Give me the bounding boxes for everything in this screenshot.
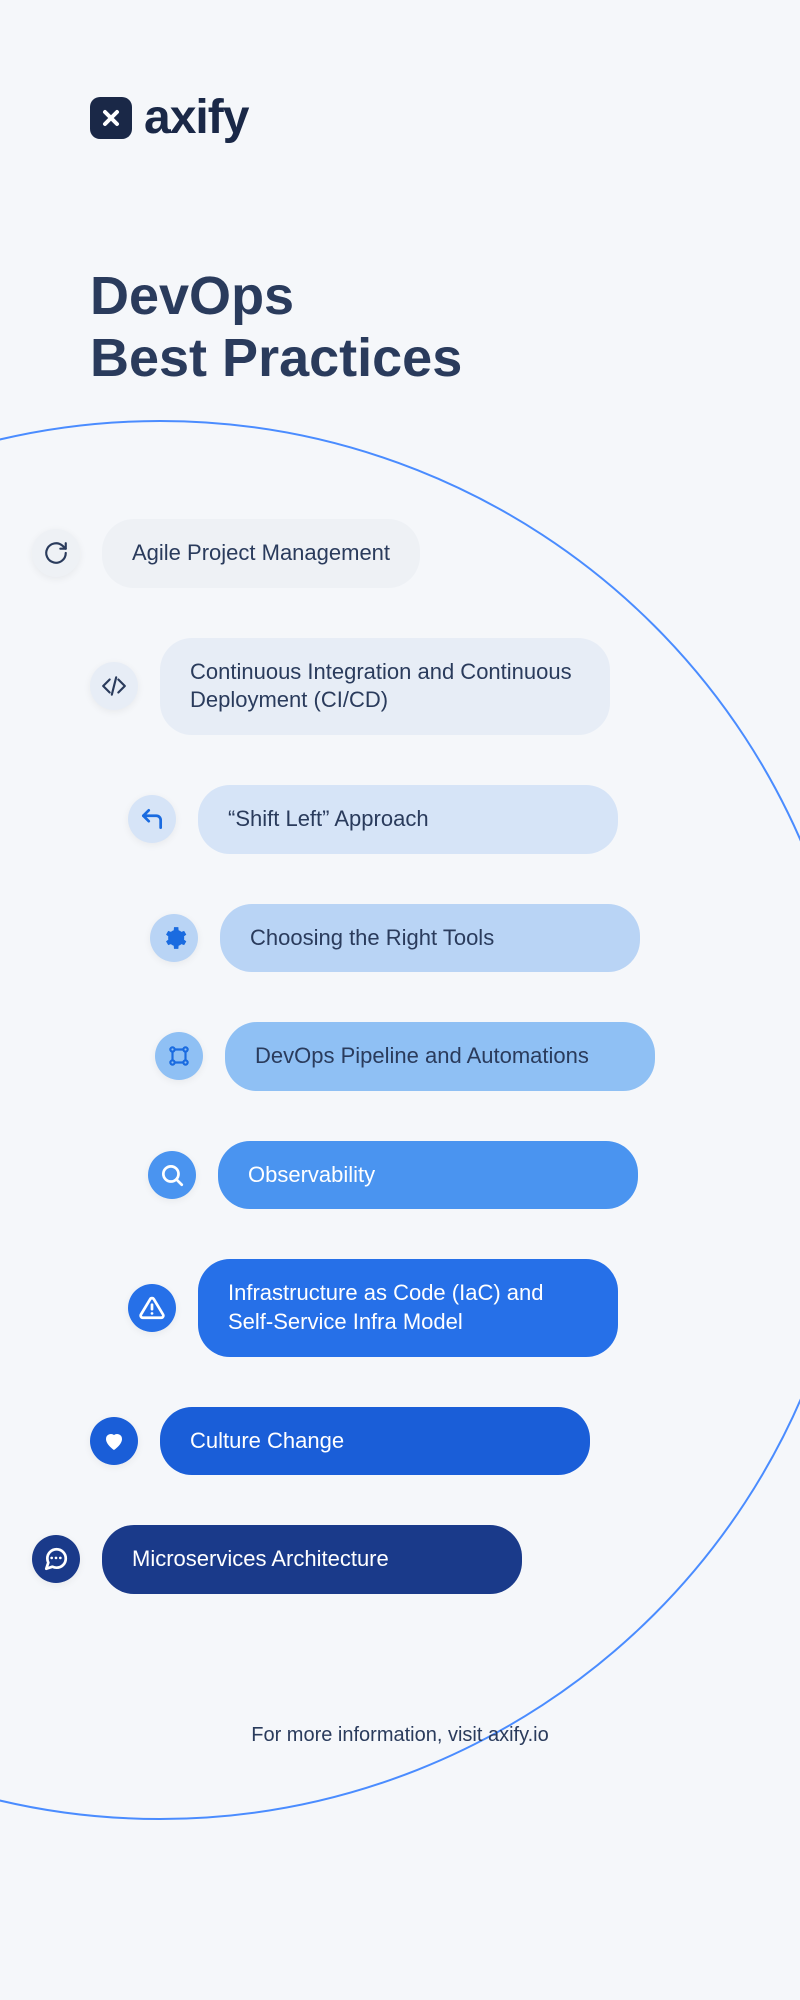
search-icon	[148, 1151, 196, 1199]
chat-icon	[32, 1535, 80, 1583]
list-item: DevOps Pipeline and Automations	[155, 1022, 710, 1091]
alert-icon	[128, 1284, 176, 1332]
list-item: Choosing the Right Tools	[150, 904, 710, 973]
list-item: Agile Project Management	[32, 519, 710, 588]
list-item: “Shift Left” Approach	[128, 785, 710, 854]
practice-pill: Microservices Architecture	[102, 1525, 522, 1594]
heart-icon	[90, 1417, 138, 1465]
list-item: Observability	[148, 1141, 710, 1210]
title-line-2: Best Practices	[90, 328, 462, 388]
logo-mark-icon	[90, 97, 132, 139]
list-item: Infrastructure as Code (IaC) and Self-Se…	[128, 1259, 710, 1356]
title-line-1: DevOps	[90, 266, 294, 326]
practice-pill: Observability	[218, 1141, 638, 1210]
pipeline-icon	[155, 1032, 203, 1080]
practice-pill: Infrastructure as Code (IaC) and Self-Se…	[198, 1259, 618, 1356]
list-item: Continuous Integration and Continuous De…	[90, 638, 710, 735]
list-item: Microservices Architecture	[32, 1525, 710, 1594]
list-item: Culture Change	[90, 1407, 710, 1476]
practice-pill: Choosing the Right Tools	[220, 904, 640, 973]
infographic-container: axify DevOps Best Practices Agile Projec…	[0, 0, 800, 1807]
cycle-icon	[32, 529, 80, 577]
footer-text: For more information, visit axify.io	[90, 1724, 710, 1747]
practice-list: Agile Project Management Continuous Inte…	[90, 519, 710, 1594]
practice-pill: “Shift Left” Approach	[198, 785, 618, 854]
arrow-left-icon	[128, 795, 176, 843]
practice-pill: Continuous Integration and Continuous De…	[160, 638, 610, 735]
gear-icon	[150, 914, 198, 962]
practice-pill: DevOps Pipeline and Automations	[225, 1022, 655, 1091]
practice-pill: Agile Project Management	[102, 519, 420, 588]
page-title: DevOps Best Practices	[90, 265, 710, 389]
logo-text: axify	[144, 90, 248, 145]
logo: axify	[90, 90, 710, 145]
code-icon	[90, 662, 138, 710]
practice-pill: Culture Change	[160, 1407, 590, 1476]
